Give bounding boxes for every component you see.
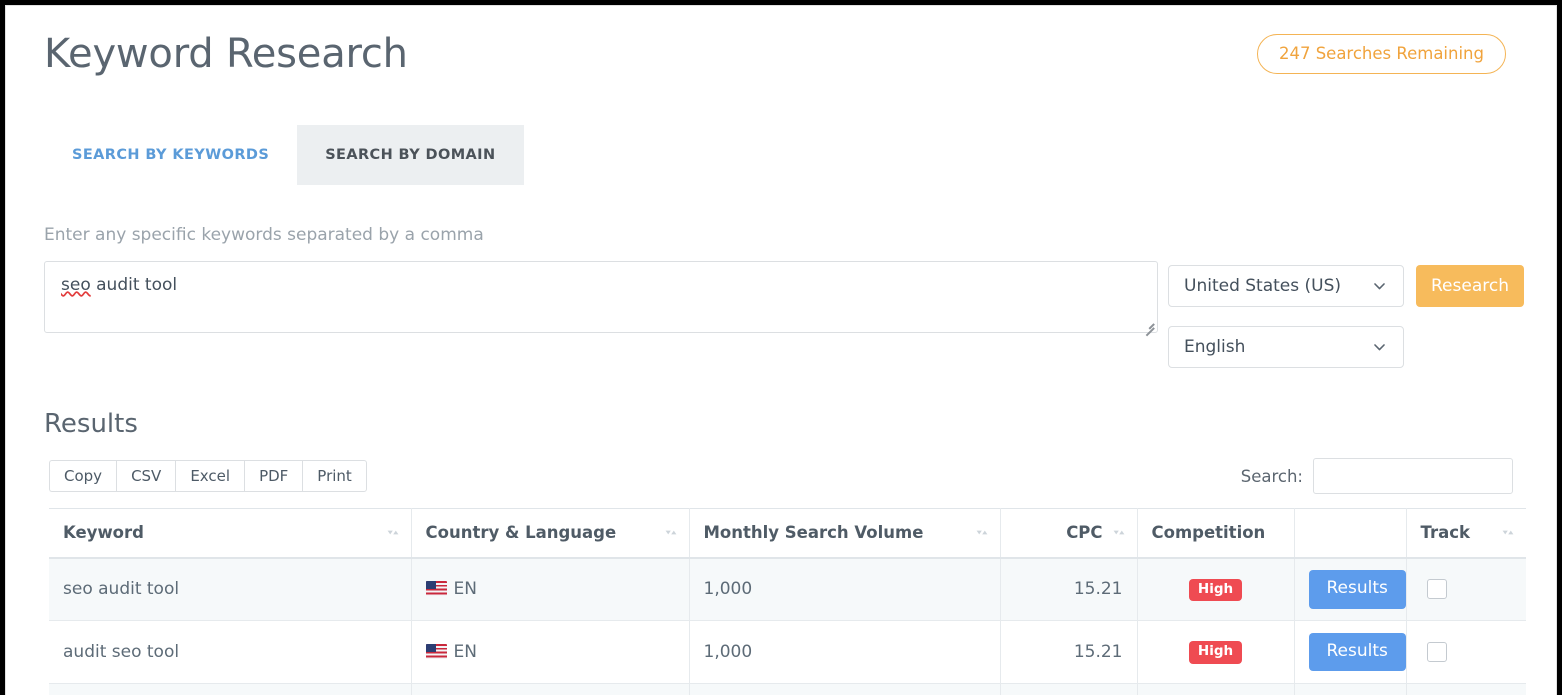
- sort-arrows-icon[interactable]: [665, 525, 677, 541]
- competition-badge: High: [1189, 641, 1242, 664]
- country-select[interactable]: United States (US): [1168, 265, 1404, 307]
- column-header-actions: [1294, 509, 1406, 558]
- cell-keyword: audit seo tool: [49, 621, 411, 684]
- track-checkbox[interactable]: [1427, 642, 1447, 662]
- column-header-keyword[interactable]: Keyword: [49, 509, 411, 558]
- results-table-head: Keyword Country & Language Monthly Search …: [49, 509, 1526, 558]
- table-row: audit seo tool EN 1,00015.21 High Results: [49, 621, 1526, 684]
- column-header-cpc[interactable]: CPC: [1000, 509, 1137, 558]
- table-header-row: Keyword Country & Language Monthly Search …: [49, 509, 1526, 558]
- track-checkbox[interactable]: [1427, 579, 1447, 599]
- column-header-label: Country & Language: [426, 523, 617, 542]
- sort-arrows-icon[interactable]: [387, 525, 399, 541]
- research-button[interactable]: Research: [1416, 265, 1524, 307]
- export-button-csv[interactable]: CSV: [116, 460, 175, 492]
- cell-partial: [1406, 684, 1526, 695]
- column-header-label: Monthly Search Volume: [704, 523, 924, 542]
- table-search-label: Search:: [1241, 467, 1303, 486]
- column-header-label: Keyword: [63, 523, 144, 542]
- cell-action: Results: [1294, 621, 1406, 684]
- cell-partial: [49, 684, 411, 695]
- cell-partial: [689, 684, 1000, 695]
- cell-monthly-search-volume: 1,000: [689, 558, 1000, 621]
- sort-arrows-icon[interactable]: [976, 525, 988, 541]
- tab-search-by-keywords[interactable]: SEARCH BY KEYWORDS: [44, 125, 297, 185]
- cell-partial: [1294, 684, 1406, 695]
- sort-arrows-icon[interactable]: [1113, 525, 1125, 541]
- search-mode-tabs: SEARCH BY KEYWORDS SEARCH BY DOMAIN: [44, 125, 524, 185]
- table-row: seo audit tool EN 1,00015.21 High Results: [49, 558, 1526, 621]
- cell-action: Results: [1294, 558, 1406, 621]
- searches-remaining-badge: 247 Searches Remaining: [1257, 34, 1506, 74]
- column-header-label: Track: [1421, 523, 1470, 542]
- cell-country-language: EN: [411, 621, 689, 684]
- competition-badge: High: [1189, 579, 1242, 602]
- row-results-button[interactable]: Results: [1309, 570, 1406, 609]
- column-header-monthly-search-volume[interactable]: Monthly Search Volume: [689, 509, 1000, 558]
- page-title: Keyword Research: [44, 31, 408, 77]
- results-table-wrapper: Keyword Country & Language Monthly Search …: [49, 508, 1526, 695]
- cell-cpc: 15.21: [1000, 621, 1137, 684]
- column-header-label: CPC: [1066, 523, 1102, 542]
- cell-partial: [411, 684, 689, 695]
- table-search-wrapper: Search:: [1241, 458, 1513, 494]
- cell-track: [1406, 621, 1526, 684]
- cell-partial: [1137, 684, 1294, 695]
- column-header-label: Competition: [1152, 523, 1266, 542]
- cell-monthly-search-volume: 1,000: [689, 621, 1000, 684]
- column-header-track[interactable]: Track: [1406, 509, 1526, 558]
- cell-country-language: EN: [411, 558, 689, 621]
- results-table: Keyword Country & Language Monthly Search …: [49, 508, 1526, 695]
- export-button-excel[interactable]: Excel: [175, 460, 244, 492]
- cell-competition: High: [1137, 621, 1294, 684]
- table-search-input[interactable]: [1313, 458, 1513, 494]
- tab-search-by-domain[interactable]: SEARCH BY DOMAIN: [297, 125, 523, 185]
- results-heading: Results: [44, 409, 138, 439]
- cell-track: [1406, 558, 1526, 621]
- results-table-body: seo audit toolEN1,00015.21HighResultsaud…: [49, 558, 1526, 695]
- cell-partial: [1000, 684, 1137, 695]
- cell-cpc: 15.21: [1000, 558, 1137, 621]
- window-content-frame: Keyword Research 247 Searches Remaining …: [5, 5, 1557, 695]
- us-flag-icon: [426, 581, 447, 596]
- browser-window: Keyword Research 247 Searches Remaining …: [0, 0, 1562, 695]
- keywords-input[interactable]: [44, 261, 1158, 333]
- cell-competition: High: [1137, 558, 1294, 621]
- keywords-field-hint: Enter any specific keywords separated by…: [44, 225, 484, 245]
- sort-arrows-icon[interactable]: [1502, 525, 1514, 541]
- column-header-country-language[interactable]: Country & Language: [411, 509, 689, 558]
- export-button-pdf[interactable]: PDF: [244, 460, 302, 492]
- cell-keyword: seo audit tool: [49, 558, 411, 621]
- table-row-partial: [49, 684, 1526, 695]
- export-button-print[interactable]: Print: [302, 460, 367, 492]
- export-buttons-group: CopyCSVExcelPDFPrint: [49, 460, 367, 492]
- keywords-input-wrapper: seo audit tool: [44, 261, 1158, 333]
- export-button-copy[interactable]: Copy: [49, 460, 116, 492]
- column-header-competition: Competition: [1137, 509, 1294, 558]
- language-select[interactable]: English: [1168, 326, 1404, 368]
- us-flag-icon: [426, 644, 447, 659]
- keyword-research-page: Keyword Research 247 Searches Remaining …: [6, 6, 1556, 695]
- row-results-button[interactable]: Results: [1309, 633, 1406, 672]
- language-code: EN: [454, 642, 477, 662]
- language-code: EN: [454, 579, 477, 599]
